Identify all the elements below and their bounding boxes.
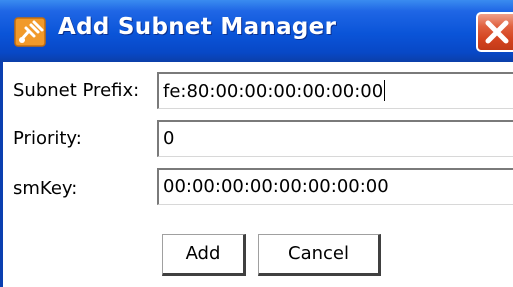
- network-plug-icon: [14, 16, 48, 48]
- title-bar[interactable]: Add Subnet Manager: [0, 0, 513, 62]
- smkey-label: smKey:: [13, 178, 78, 199]
- text-cursor: [384, 80, 386, 101]
- priority-label: Priority:: [13, 128, 82, 149]
- subnet-prefix-value: fe:80:00:00:00:00:00:00: [163, 81, 384, 102]
- add-button[interactable]: Add: [162, 234, 246, 276]
- add-subnet-manager-dialog: Add Subnet Manager Subnet Prefix: fe:80:…: [0, 0, 513, 287]
- priority-value: 0: [163, 128, 175, 149]
- close-icon: [485, 20, 509, 44]
- priority-input[interactable]: 0: [157, 120, 513, 157]
- cancel-button[interactable]: Cancel: [258, 234, 381, 276]
- dialog-content: Subnet Prefix: fe:80:00:00:00:00:00:00 P…: [0, 62, 513, 287]
- smkey-value: 00:00:00:00:00:00:00:00: [163, 176, 389, 197]
- subnet-prefix-input[interactable]: fe:80:00:00:00:00:00:00: [157, 72, 513, 109]
- subnet-prefix-label: Subnet Prefix:: [13, 80, 140, 101]
- close-button[interactable]: [476, 12, 513, 52]
- smkey-input[interactable]: 00:00:00:00:00:00:00:00: [157, 168, 513, 205]
- window-title: Add Subnet Manager: [58, 14, 337, 40]
